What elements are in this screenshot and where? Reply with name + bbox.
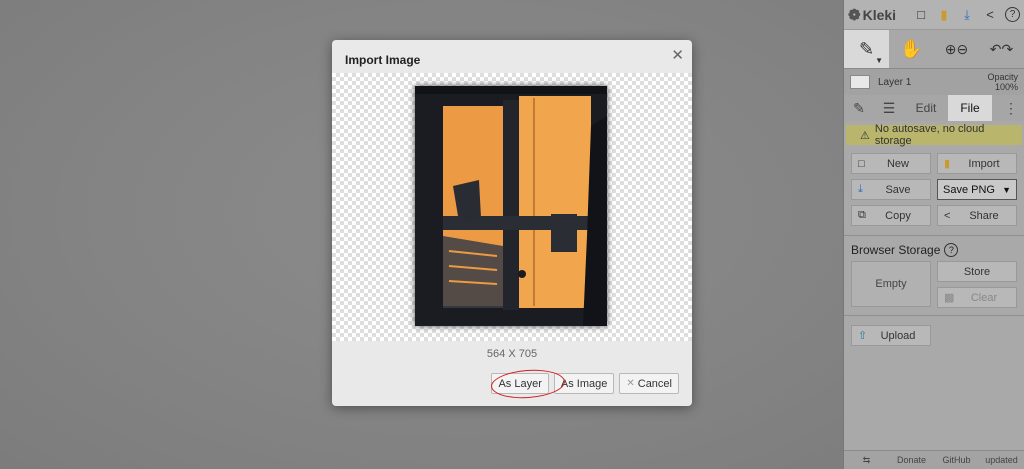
browser-storage-label: Browser Storage <box>851 243 941 257</box>
top-bar: ❁ Kleki □ ▮ ⤓ < ? <box>844 0 1024 30</box>
image-dimensions: 564 X 705 <box>486 348 538 360</box>
opacity-label: Opacity <box>987 72 1018 82</box>
brush-icon: ✎ <box>853 99 865 116</box>
image-preview-area <box>332 73 692 341</box>
tab-file[interactable]: File <box>948 95 992 121</box>
download-icon[interactable]: ⤓ <box>959 7 975 23</box>
save-label: Save <box>885 183 911 196</box>
layers-icon: ☰ <box>882 99 896 116</box>
import-label: Import <box>968 157 1000 170</box>
upload-label: Upload <box>880 329 916 342</box>
share-label: Share <box>969 209 999 222</box>
warning-text: No autosave, no cloud storage <box>874 123 985 147</box>
zoom-in-out-icon: ⊕⊖ <box>944 40 969 57</box>
warning-icon: ⚠ <box>860 129 870 142</box>
cancel-label: Cancel <box>637 377 672 390</box>
tab-brush[interactable]: ✎ <box>844 95 874 121</box>
upload-icon: ⇧ <box>858 330 868 342</box>
close-icon: ✕ <box>626 378 635 389</box>
tool-row: ✎ ▼ ✋ ⊕⊖ ↶↷ <box>844 30 1024 69</box>
undo-redo-tool[interactable]: ↶↷ <box>979 30 1024 68</box>
layer-row[interactable]: Layer 1 Opacity 100% <box>844 69 1024 95</box>
store-button[interactable]: Store <box>937 261 1017 282</box>
close-icon[interactable]: ✕ <box>671 46 684 64</box>
import-button[interactable]: ▮ Import <box>937 153 1017 174</box>
save-format-select[interactable]: Save PNG ▼ <box>937 179 1017 200</box>
copy-icon: ⧉ <box>858 209 866 221</box>
copy-button[interactable]: ⧉ Copy <box>851 205 931 226</box>
tab-edit[interactable]: Edit <box>904 95 948 121</box>
hand-tool[interactable]: ✋ <box>889 30 934 68</box>
save-format-value: Save PNG <box>943 183 995 196</box>
new-file-icon[interactable]: □ <box>913 7 929 23</box>
help-icon[interactable]: ? <box>1005 7 1020 22</box>
divider <box>844 235 1024 236</box>
store-label: Store <box>963 265 991 278</box>
storage-slot: Empty <box>851 261 931 307</box>
sidebar-footer: ⇆ Donate GitHub updated <box>844 450 1024 469</box>
opacity-value: 100% <box>994 82 1018 92</box>
chevron-down-icon: ▼ <box>875 56 883 65</box>
new-label: New <box>886 157 909 170</box>
app-logo: ❁ Kleki <box>848 6 896 24</box>
panel-tabs: ✎ ☰ Edit File ⋮ <box>844 95 1024 121</box>
new-icon: □ <box>858 157 865 170</box>
layer-thumbnail <box>850 75 870 89</box>
as-image-label: As Image <box>560 377 608 390</box>
imported-image-preview <box>415 86 607 326</box>
share-icon: < <box>944 209 951 222</box>
clear-label: Clear <box>970 291 998 304</box>
dialog-title: Import Image <box>345 53 421 67</box>
divider <box>844 315 1024 316</box>
app-name: Kleki <box>862 6 897 23</box>
sidebar: ❁ Kleki □ ▮ ⤓ < ? ✎ ▼ ✋ ⊕⊖ ↶↷ Layer 1 Opa… <box>843 0 1024 469</box>
zoom-tool[interactable]: ⊕⊖ <box>934 30 979 68</box>
more-menu-icon[interactable]: ⋮ <box>998 95 1024 121</box>
swap-icon[interactable]: ⇆ <box>844 455 889 466</box>
folder-icon[interactable]: ▮ <box>936 7 952 23</box>
as-layer-label: As Layer <box>498 377 542 390</box>
layer-name: Layer 1 <box>878 76 912 88</box>
folder-icon: ▮ <box>944 158 951 170</box>
donate-link[interactable]: Donate <box>889 455 934 465</box>
undo-redo-icon: ↶↷ <box>989 40 1014 57</box>
as-image-button[interactable]: As Image <box>553 373 615 394</box>
brush-tool[interactable]: ✎ ▼ <box>844 30 889 68</box>
brush-icon: ✎ <box>858 38 875 59</box>
as-layer-button[interactable]: As Layer <box>491 373 549 394</box>
kleki-logo-icon: ❁ <box>848 6 861 24</box>
copy-label: Copy <box>885 209 911 222</box>
updated-label: updated <box>985 455 1018 465</box>
github-link[interactable]: GitHub <box>934 455 979 465</box>
share-icon[interactable]: < <box>982 7 998 23</box>
trash-icon: ▩ <box>944 292 955 304</box>
autosave-warning: ⚠ No autosave, no cloud storage <box>846 123 1022 147</box>
download-icon: ⤓ <box>858 183 863 195</box>
import-image-dialog: Import Image ✕ 564 X 705 As Layer As Ima… <box>332 40 692 406</box>
chevron-down-icon: ▼ <box>1002 184 1011 195</box>
hand-icon: ✋ <box>900 38 923 59</box>
clear-button[interactable]: ▩ Clear <box>937 287 1017 308</box>
browser-storage-heading: Browser Storage ? <box>844 241 1024 259</box>
help-icon[interactable]: ? <box>944 243 959 257</box>
tab-layers[interactable]: ☰ <box>874 95 904 121</box>
upload-button[interactable]: ⇧ Upload <box>851 325 931 346</box>
save-button[interactable]: ⤓ Save <box>851 179 931 200</box>
share-button[interactable]: < Share <box>937 205 1017 226</box>
new-button[interactable]: □ New <box>851 153 931 174</box>
cancel-button[interactable]: ✕ Cancel <box>619 373 679 394</box>
layer-opacity: Opacity 100% <box>987 72 1018 92</box>
file-panel: ⚠ No autosave, no cloud storage □ New ▮ Im… <box>844 121 1024 469</box>
